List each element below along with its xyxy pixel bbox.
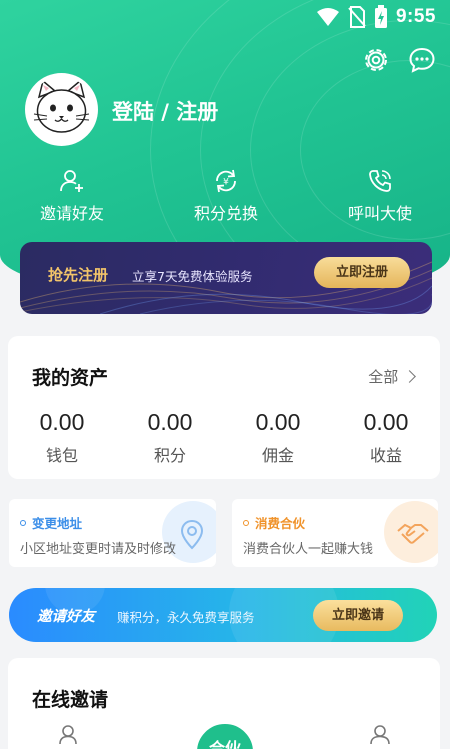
online-invite-title: 在线邀请 bbox=[32, 689, 109, 711]
assets-title: 我的资产 bbox=[32, 367, 109, 389]
asset-points[interactable]: 0.00 积分 bbox=[116, 409, 224, 466]
consumer-partner-card[interactable]: 消费合伙 消费合伙人一起赚大钱 bbox=[232, 499, 438, 567]
quick-action-label: 呼叫大使 bbox=[347, 204, 412, 223]
asset-label: 收益 bbox=[369, 446, 402, 465]
location-icon bbox=[180, 519, 204, 550]
phone-icon bbox=[369, 170, 391, 192]
card-description: 小区地址变更时请及时修改 bbox=[20, 542, 177, 557]
promo-subtitle: 立享7天免费体验服务 bbox=[132, 269, 253, 284]
cat-avatar-icon bbox=[33, 79, 90, 133]
user-add-icon bbox=[60, 170, 83, 192]
invite-now-button[interactable]: 立即邀请 bbox=[313, 600, 403, 631]
card-description: 消费合伙人一起赚大钱 bbox=[243, 542, 374, 557]
asset-value: 0.00 bbox=[147, 409, 193, 435]
dot-icon bbox=[243, 519, 249, 526]
dot-icon bbox=[20, 519, 26, 526]
users-icon[interactable] bbox=[368, 724, 392, 744]
invite-subtitle: 赚积分，永久免费享服务 bbox=[117, 610, 255, 625]
asset-value: 0.00 bbox=[255, 409, 301, 435]
card-title-row: 消费合伙 bbox=[243, 513, 305, 532]
change-address-card[interactable]: 变更地址 小区地址变更时请及时修改 bbox=[9, 499, 216, 567]
battery-icon bbox=[374, 5, 387, 28]
register-now-button[interactable]: 立即注册 bbox=[314, 257, 410, 288]
message-icon[interactable] bbox=[408, 46, 436, 74]
quick-action-points-exchange[interactable]: ¥ 积分兑换 bbox=[166, 168, 286, 224]
promo-title: 抢先注册 bbox=[48, 266, 109, 284]
asset-value: 0.00 bbox=[363, 409, 409, 435]
quick-action-invite-friends[interactable]: 邀请好友 bbox=[12, 168, 132, 224]
quick-action-label: 邀请好友 bbox=[39, 204, 104, 223]
card-title: 变更地址 bbox=[32, 516, 83, 531]
login-register-link[interactable]: 登陆 / 注册 bbox=[112, 96, 218, 126]
register-promo-banner[interactable]: 抢先注册 立享7天免费体验服务 立即注册 bbox=[20, 242, 432, 314]
handshake-icon bbox=[397, 523, 429, 544]
invite-title: 邀请好友 bbox=[37, 609, 95, 625]
svg-text:¥: ¥ bbox=[223, 178, 229, 188]
asset-earnings[interactable]: 0.00 收益 bbox=[332, 409, 440, 466]
avatar[interactable] bbox=[25, 73, 98, 146]
card-title-row: 变更地址 bbox=[20, 513, 82, 532]
asset-label: 钱包 bbox=[45, 446, 78, 465]
invite-friends-banner[interactable]: 邀请好友 赚积分，永久免费享服务 立即邀请 bbox=[9, 588, 437, 642]
assets-all-label: 全部 bbox=[368, 368, 399, 386]
quick-action-call-ambassador[interactable]: 呼叫大使 bbox=[320, 168, 440, 224]
chevron-right-icon bbox=[403, 370, 416, 383]
settings-icon[interactable] bbox=[362, 46, 390, 74]
card-title: 消费合伙 bbox=[255, 516, 306, 531]
wifi-icon bbox=[316, 8, 339, 26]
my-assets-card: 我的资产 全部 0.00 钱包 0.00 积分 0.00 佣金 0.00 收益 bbox=[8, 336, 440, 479]
asset-value: 0.00 bbox=[39, 409, 85, 435]
status-bar: 9:55 bbox=[0, 0, 450, 36]
clock-time: 9:55 bbox=[395, 6, 436, 27]
quick-action-label: 积分兑换 bbox=[193, 204, 258, 223]
asset-wallet[interactable]: 0.00 钱包 bbox=[8, 409, 116, 466]
asset-commission[interactable]: 0.00 佣金 bbox=[224, 409, 332, 466]
assets-all-link[interactable]: 全部 bbox=[368, 366, 416, 387]
user-icon[interactable] bbox=[58, 724, 78, 744]
exchange-icon: ¥ bbox=[216, 169, 236, 193]
asset-label: 积分 bbox=[153, 446, 186, 465]
asset-label: 佣金 bbox=[261, 446, 294, 465]
no-sim-icon bbox=[348, 6, 366, 28]
